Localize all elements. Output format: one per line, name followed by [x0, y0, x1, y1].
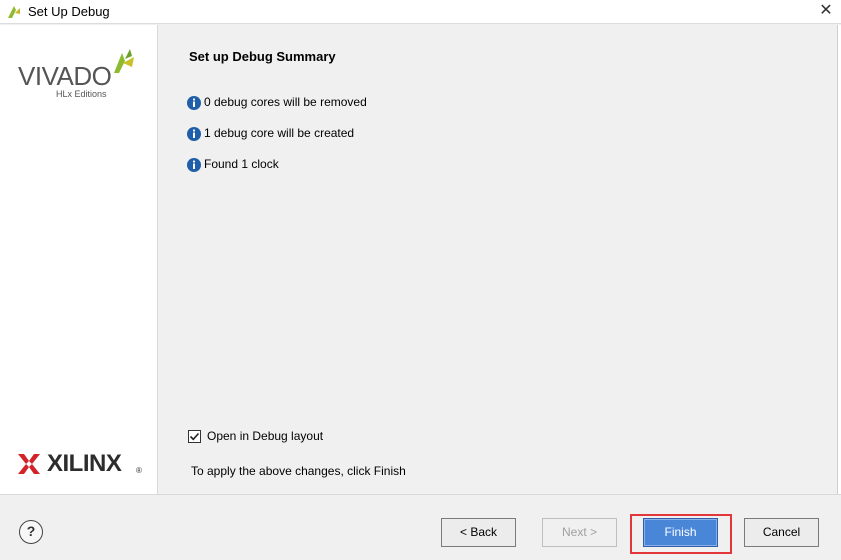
right-edge-strip: [837, 25, 841, 494]
xilinx-mark-icon: [18, 454, 40, 474]
xilinx-logo: XILINX ®: [17, 450, 142, 482]
wizard-button-bar: ? < Back Next > Finish Cancel: [0, 494, 841, 560]
close-button[interactable]: ✕: [811, 0, 841, 24]
vivado-app-icon: [8, 6, 20, 18]
info-item-text: 1 debug core will be created: [204, 126, 355, 140]
open-debug-layout-label[interactable]: Open in Debug layout: [207, 429, 323, 443]
summary-panel: Set up Debug Summary 0 debug cores will …: [159, 25, 837, 494]
info-item-text: Found 1 clock: [204, 157, 279, 171]
help-button[interactable]: ?: [19, 520, 43, 544]
open-debug-layout-checkbox[interactable]: [188, 430, 201, 443]
window-title: Set Up Debug: [28, 4, 110, 19]
vivado-subtitle: HLx Editions: [56, 89, 107, 99]
wizard-sidebar: VIVADO HLx Editions XILINX ®: [0, 25, 158, 494]
info-icon: [187, 158, 201, 172]
finish-button[interactable]: Finish: [643, 518, 718, 547]
registered-mark: ®: [136, 466, 142, 475]
vivado-wordmark: VIVADO: [18, 61, 112, 91]
help-icon: ?: [26, 523, 36, 539]
info-icon: [187, 127, 201, 141]
close-icon: ✕: [819, 2, 833, 19]
apply-note: To apply the above changes, click Finish: [191, 464, 406, 478]
info-item-text: 0 debug cores will be removed: [204, 95, 367, 109]
title-bar: Set Up Debug ✕: [0, 0, 841, 24]
page-title: Set up Debug Summary: [189, 49, 336, 64]
info-icon: [187, 96, 201, 110]
next-button[interactable]: Next >: [542, 518, 617, 547]
checkmark-icon: [189, 432, 200, 441]
vivado-mark-icon: [114, 49, 134, 73]
cancel-button[interactable]: Cancel: [744, 518, 819, 547]
back-button[interactable]: < Back: [441, 518, 516, 547]
xilinx-wordmark: XILINX: [47, 450, 122, 477]
vivado-logo: VIVADO HLx Editions: [18, 49, 143, 101]
